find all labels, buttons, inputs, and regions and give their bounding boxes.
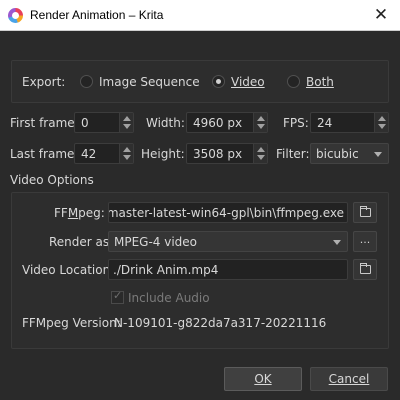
export-label: Export: xyxy=(22,75,66,89)
video-location-value: ./Drink Anim.mp4 xyxy=(113,263,219,277)
radio-video-text: Video xyxy=(231,75,265,89)
render-as-label: Render as: xyxy=(49,235,114,249)
height-stepper[interactable] xyxy=(253,144,267,163)
filter-value: bicubic xyxy=(316,147,359,161)
include-audio-checkbox: ✓ xyxy=(111,289,124,304)
video-location-browse-button[interactable] xyxy=(353,259,377,280)
chevron-down-icon xyxy=(374,152,382,157)
first-frame-stepper[interactable] xyxy=(119,113,133,132)
height-label: Height: xyxy=(141,147,185,161)
fps-label: FPS: xyxy=(283,116,309,130)
render-options-button[interactable]: ... xyxy=(353,231,377,252)
last-frame-label: Last frame: xyxy=(10,147,79,161)
radio-image-sequence[interactable] xyxy=(80,75,93,88)
cancel-button[interactable]: Cancel xyxy=(310,367,388,391)
krita-logo-icon xyxy=(8,8,23,23)
radio-image-sequence-label[interactable]: Image Sequence xyxy=(99,75,200,89)
radio-both-label[interactable]: Both xyxy=(306,75,334,89)
folder-icon xyxy=(360,206,371,217)
ffmpeg-version-value: N-109101-g822da7a317-20221116 xyxy=(114,316,327,330)
video-location-field[interactable]: ./Drink Anim.mp4 xyxy=(108,259,348,280)
render-as-value: MPEG-4 video xyxy=(114,235,198,249)
fps-spinbox[interactable]: 24 xyxy=(310,112,389,133)
radio-both-text: Both xyxy=(306,75,334,89)
ffmpeg-path-value: eg-master-latest-win64-gpl\bin\ffmpeg.ex… xyxy=(108,206,344,220)
close-icon[interactable]: ✕ xyxy=(370,4,392,26)
width-label: Width: xyxy=(146,116,185,130)
cancel-button-label: Cancel xyxy=(328,372,370,386)
height-spinbox[interactable]: 3508 px xyxy=(186,143,268,164)
fps-stepper[interactable] xyxy=(374,113,388,132)
radio-video-label[interactable]: Video xyxy=(231,75,265,89)
filter-label: Filter: xyxy=(276,147,310,161)
filter-combo[interactable]: bicubic xyxy=(310,143,389,164)
render-as-combo[interactable]: MPEG-4 video xyxy=(108,231,348,252)
last-frame-value: 42 xyxy=(81,147,97,161)
fps-value: 24 xyxy=(317,116,333,130)
width-stepper[interactable] xyxy=(253,113,267,132)
ffmpeg-version-label: FFMpeg Version: xyxy=(22,316,121,330)
ok-button[interactable]: OK xyxy=(224,367,302,391)
video-options-heading: Video Options xyxy=(10,173,94,187)
first-frame-spinbox[interactable]: 0 xyxy=(74,112,134,133)
ffmpeg-browse-button[interactable] xyxy=(353,202,377,223)
folder-icon xyxy=(360,263,371,274)
first-frame-value: 0 xyxy=(81,116,89,130)
ok-button-label: OK xyxy=(254,372,272,386)
ffmpeg-label: FFMpeg: xyxy=(54,206,105,220)
video-location-label: Video Location: xyxy=(22,263,115,277)
include-audio-label: Include Audio xyxy=(128,291,210,305)
first-frame-label: First frame: xyxy=(10,116,79,130)
width-value: 4960 px xyxy=(193,116,243,130)
chevron-down-icon xyxy=(333,240,341,245)
window-title: Render Animation – Krita xyxy=(30,8,164,22)
width-spinbox[interactable]: 4960 px xyxy=(186,112,268,133)
check-icon: ✓ xyxy=(113,289,123,302)
radio-video[interactable] xyxy=(212,75,225,88)
height-value: 3508 px xyxy=(193,147,243,161)
radio-both[interactable] xyxy=(287,75,300,88)
title-bar: Render Animation – Krita ✕ xyxy=(0,0,400,31)
last-frame-stepper[interactable] xyxy=(119,144,133,163)
last-frame-spinbox[interactable]: 42 xyxy=(74,143,134,164)
ffmpeg-path-field[interactable]: eg-master-latest-win64-gpl\bin\ffmpeg.ex… xyxy=(108,202,348,223)
